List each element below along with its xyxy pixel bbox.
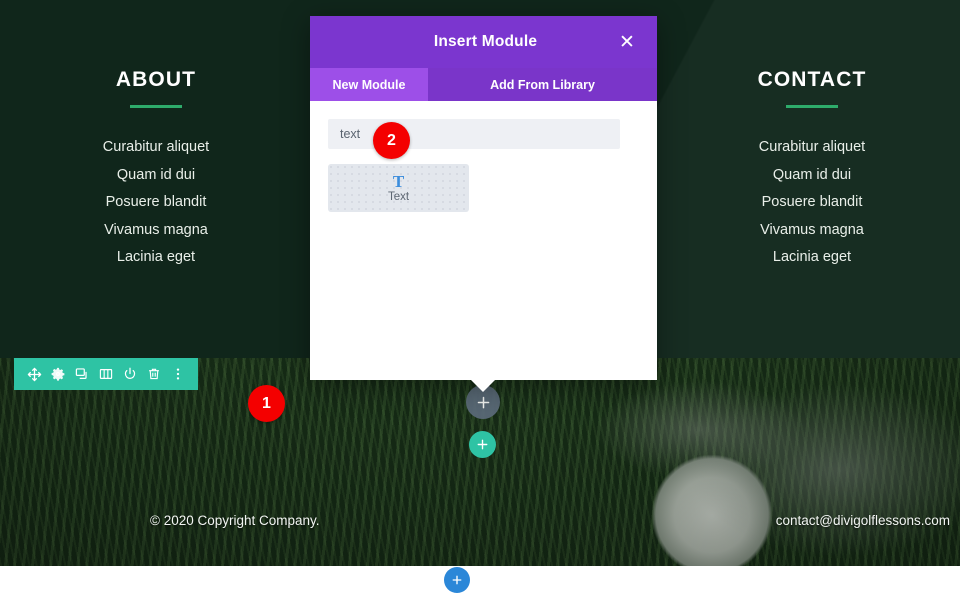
settings-gear-icon[interactable] <box>50 366 66 382</box>
duplicate-icon[interactable] <box>74 366 90 382</box>
list-item[interactable]: Lacinia eget <box>6 244 306 272</box>
contact-link-list: Curabitur aliquet Quam id dui Posuere bl… <box>662 134 960 272</box>
list-item[interactable]: Vivamus magna <box>662 217 960 245</box>
add-section-button-blue[interactable] <box>444 567 470 593</box>
contact-title-rule <box>786 105 838 108</box>
annotation-badge-1: 1 <box>248 385 285 422</box>
about-title-rule <box>130 105 182 108</box>
trash-icon[interactable] <box>146 366 162 382</box>
more-options-icon[interactable] <box>170 366 186 382</box>
columns-icon[interactable] <box>98 366 114 382</box>
move-icon[interactable] <box>26 366 42 382</box>
list-item[interactable]: Quam id dui <box>662 162 960 190</box>
divi-module-toolbar[interactable] <box>14 358 198 390</box>
about-link-list: Curabitur aliquet Quam id dui Posuere bl… <box>6 134 306 272</box>
about-column-title: ABOUT <box>115 68 197 91</box>
divi-builder-page: ABOUT Curabitur aliquet Quam id dui Posu… <box>0 0 960 600</box>
close-icon[interactable]: ✕ <box>617 33 637 52</box>
modal-body: T Text <box>310 101 657 380</box>
list-item[interactable]: Lacinia eget <box>662 244 960 272</box>
contact-column-title: CONTACT <box>757 68 867 91</box>
search-input[interactable] <box>328 119 620 149</box>
modal-header: Insert Module ✕ <box>310 16 657 68</box>
power-toggle-icon[interactable] <box>122 366 138 382</box>
list-item[interactable]: Quam id dui <box>6 162 306 190</box>
text-module-icon: T <box>392 171 405 191</box>
module-tile-label: Text <box>387 190 410 203</box>
page-title: Insert Module <box>433 33 538 50</box>
list-item[interactable]: Curabitur aliquet <box>6 134 306 162</box>
annotation-badge-2: 2 <box>373 122 410 159</box>
add-row-button-teal[interactable] <box>469 431 496 458</box>
list-item[interactable]: Posuere blandit <box>6 189 306 217</box>
module-tile-text[interactable]: T Text <box>328 164 469 212</box>
footer-column-contact: CONTACT Curabitur aliquet Quam id dui Po… <box>662 68 960 272</box>
footer-column-about: ABOUT Curabitur aliquet Quam id dui Posu… <box>6 68 306 272</box>
tab-add-from-library[interactable]: Add From Library <box>428 68 657 101</box>
list-item[interactable]: Curabitur aliquet <box>662 134 960 162</box>
list-item[interactable]: Vivamus magna <box>6 217 306 245</box>
insert-module-modal: Insert Module ✕ New Module Add From Libr… <box>310 16 657 380</box>
copyright-text: © 2020 Copyright Company. <box>150 513 320 528</box>
tab-new-module[interactable]: New Module <box>310 68 428 101</box>
contact-email-text[interactable]: contact@divigolflessons.com <box>776 513 950 528</box>
page-bottom-strip <box>0 566 960 600</box>
modal-pointer-notch <box>471 380 495 392</box>
modal-tab-bar: New Module Add From Library <box>310 68 657 101</box>
list-item[interactable]: Posuere blandit <box>662 189 960 217</box>
